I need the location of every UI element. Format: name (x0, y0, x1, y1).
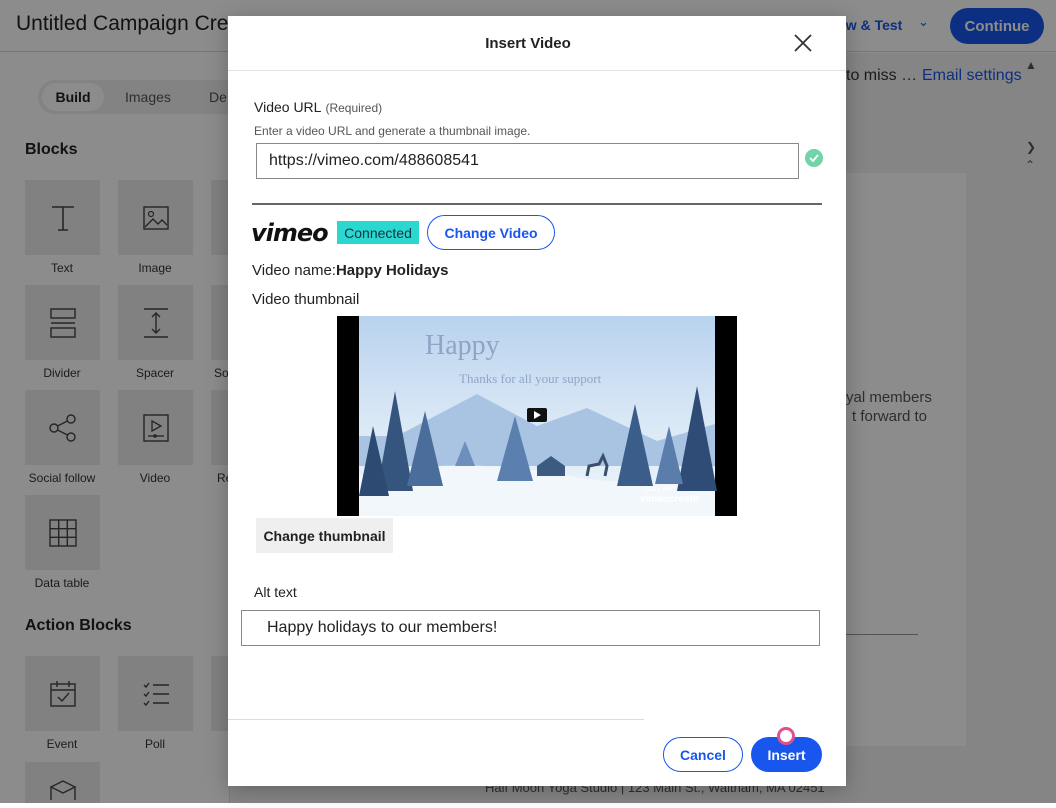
cancel-button[interactable]: Cancel (663, 737, 743, 772)
video-name: Video name:Happy Holidays (252, 262, 448, 279)
close-button[interactable] (790, 30, 816, 56)
thumbnail-subtext: Thanks for all your support (459, 371, 602, 386)
click-cursor-indicator (777, 727, 795, 745)
thumbnail-watermark-small: made with (643, 486, 675, 493)
video-thumbnail[interactable]: Happy Thanks for all your support made w… (337, 316, 737, 516)
check-circle-icon (805, 149, 823, 167)
video-url-help: Enter a video URL and generate a thumbna… (254, 124, 531, 138)
required-tag: (Required) (325, 101, 383, 115)
video-name-label: Video name: (252, 262, 336, 279)
connected-badge: Connected (337, 221, 419, 244)
alt-text-input[interactable] (241, 610, 820, 646)
thumbnail-image: Happy Thanks for all your support made w… (337, 316, 737, 516)
change-thumbnail-button[interactable]: Change thumbnail (256, 518, 393, 553)
dialog-header: Insert Video (228, 16, 846, 71)
video-url-label: Video URL (Required) (254, 99, 382, 115)
thumbnail-watermark: vimeocreate (640, 494, 699, 505)
video-thumbnail-label: Video thumbnail (252, 291, 360, 308)
thumbnail-heading: Happy (425, 330, 500, 361)
dialog-title: Insert Video (485, 35, 571, 52)
section-divider (252, 203, 822, 205)
change-video-button[interactable]: Change Video (427, 215, 555, 250)
alt-text-label: Alt text (254, 584, 297, 600)
video-url-label-text: Video URL (254, 99, 322, 115)
vimeo-logo: vimeo (251, 219, 329, 247)
insert-video-dialog: Insert Video Video URL (Required) Enter a… (228, 16, 846, 786)
video-url-input[interactable] (256, 143, 799, 179)
close-icon (794, 34, 812, 52)
footer-divider (228, 719, 644, 720)
video-name-value: Happy Holidays (335, 262, 449, 279)
